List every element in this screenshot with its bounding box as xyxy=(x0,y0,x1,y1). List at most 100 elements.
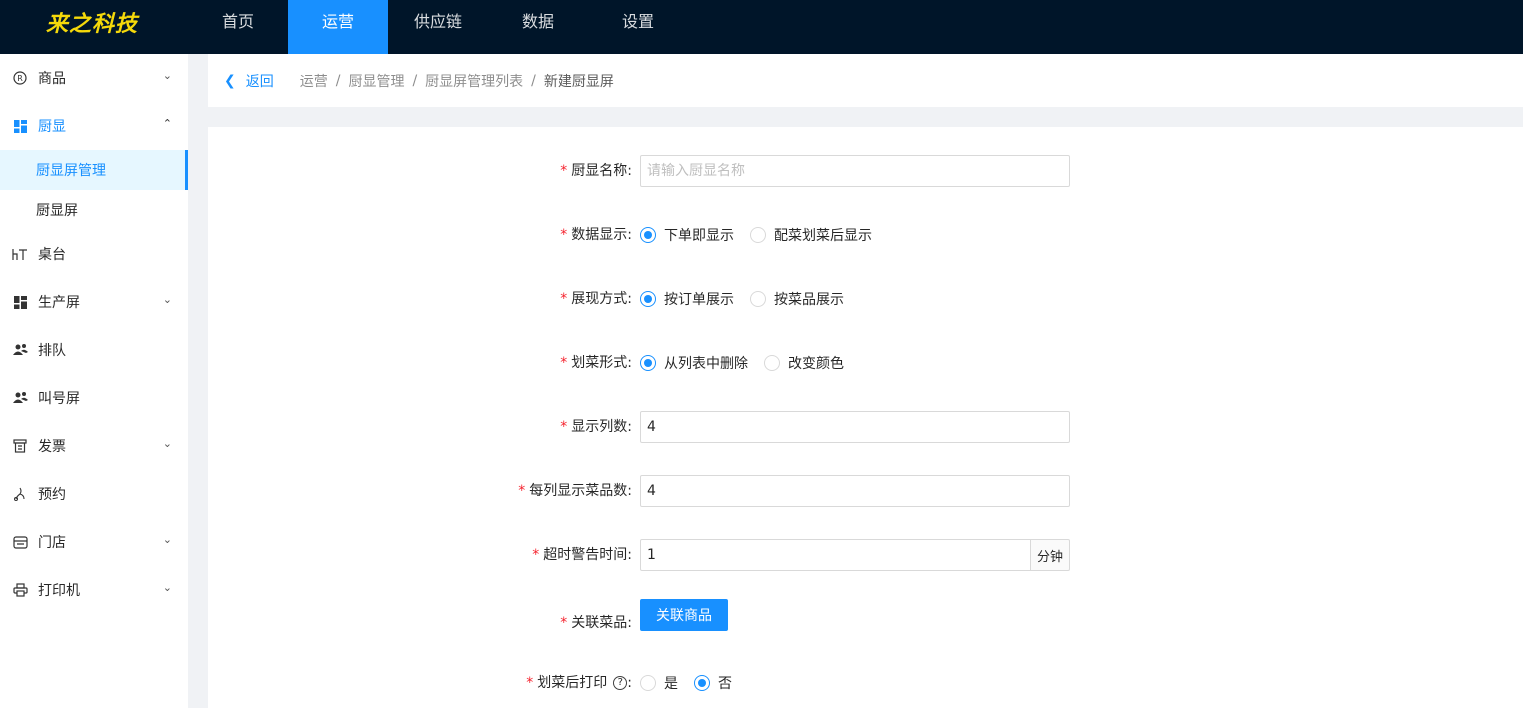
form-row-columns: * 显示列数: xyxy=(208,411,1523,443)
field-label: * 划菜后打印?: xyxy=(526,675,632,691)
create-kds-form: *厨显名称: *数据显示: 下单即显示 配菜划菜后显示 *展现方式: 按订单展示… xyxy=(208,127,1523,708)
sidebar-item-label: 打印机 xyxy=(38,583,80,599)
topnav-item-supply-chain[interactable]: 供应链 xyxy=(388,0,488,54)
radio-unchecked-icon xyxy=(640,675,656,691)
brand-logo[interactable]: 来之科技 xyxy=(46,6,138,38)
columns-input[interactable] xyxy=(640,411,1070,443)
team-icon xyxy=(12,342,28,358)
sidebar-item-kitchen-display[interactable]: 厨显 ⌃ xyxy=(0,102,188,150)
product-icon: R xyxy=(12,70,28,86)
chevron-down-icon: ⌄ xyxy=(162,293,172,306)
sidebar: R 商品 ⌄ 厨显 ⌃ 厨显屏管理 厨显屏 桌台 生产屏 ⌄ 排队 叫号屏 发票… xyxy=(0,54,188,708)
field-label: * 展现方式: xyxy=(560,291,632,307)
breadcrumb-item[interactable]: 厨显屏管理列表 xyxy=(425,71,523,91)
sidebar-item-reservation[interactable]: 预约 xyxy=(0,470,188,518)
radio-unchecked-icon xyxy=(750,227,766,243)
sidebar-item-store[interactable]: 门店 ⌄ xyxy=(0,518,188,566)
sidebar-item-production-screen[interactable]: 生产屏 ⌄ xyxy=(0,278,188,326)
radio-checked-icon xyxy=(640,355,656,371)
topnav-item-settings[interactable]: 设置 xyxy=(588,0,688,54)
sidebar-item-printer[interactable]: 打印机 ⌄ xyxy=(0,566,188,614)
form-row-linked-items: * 关联菜品: 关联商品 xyxy=(208,599,1523,635)
breadcrumb-separator: / xyxy=(412,72,418,89)
top-navigation-bar: 来之科技 首页 运营 供应链 数据 设置 xyxy=(0,0,1523,54)
breadcrumb-separator: / xyxy=(335,72,341,89)
chevron-down-icon: ⌄ xyxy=(162,581,172,594)
form-row-items-per-column: * 每列显示菜品数: xyxy=(208,475,1523,507)
sidebar-item-products[interactable]: R 商品 ⌄ xyxy=(0,54,188,102)
top-nav-menu: 首页 运营 供应链 数据 设置 xyxy=(188,0,688,54)
sidebar-item-label: 门店 xyxy=(38,535,66,551)
sidebar-item-invoice[interactable]: 发票 ⌄ xyxy=(0,422,188,470)
radio-show-after-prep[interactable]: 配菜划菜后显示 xyxy=(750,225,872,245)
timeout-unit-addon: 分钟 xyxy=(1031,539,1070,571)
sidebar-subitem-kds-management[interactable]: 厨显屏管理 xyxy=(0,150,188,190)
topnav-item-operations[interactable]: 运营 xyxy=(288,0,388,54)
chevron-down-icon: ⌄ xyxy=(162,533,172,546)
printer-icon xyxy=(12,582,28,598)
sidebar-item-tables[interactable]: 桌台 xyxy=(0,230,188,278)
sidebar-item-label: 预约 xyxy=(38,487,66,503)
radio-by-dish[interactable]: 按菜品展示 xyxy=(750,289,844,309)
radio-by-order[interactable]: 按订单展示 xyxy=(640,289,734,309)
radio-print-yes[interactable]: 是 xyxy=(640,673,678,693)
radio-show-on-order[interactable]: 下单即显示 xyxy=(640,225,734,245)
topnav-item-home[interactable]: 首页 xyxy=(188,0,288,54)
invoice-icon xyxy=(12,438,28,454)
chevron-down-icon: ⌄ xyxy=(162,69,172,82)
chevron-up-icon: ⌃ xyxy=(162,117,172,130)
breadcrumb-item[interactable]: 厨显管理 xyxy=(348,71,404,91)
field-label: * 厨显名称: xyxy=(560,163,632,179)
dashboard-icon xyxy=(12,294,28,310)
radio-unchecked-icon xyxy=(764,355,780,371)
page-header: ❮ 返回 运营 / 厨显管理 / 厨显屏管理列表 / 新建厨显屏 xyxy=(208,54,1523,107)
form-row-print-after-strike: * 划菜后打印?: 是 否 xyxy=(208,667,1523,699)
radio-checked-icon xyxy=(640,227,656,243)
breadcrumb-item[interactable]: 运营 xyxy=(300,71,328,91)
sidebar-item-label: 生产屏 xyxy=(38,295,80,311)
sidebar-item-queue[interactable]: 排队 xyxy=(0,326,188,374)
form-row-strike-mode: * 划菜形式: 从列表中删除 改变颜色 xyxy=(208,347,1523,379)
svg-text:R: R xyxy=(17,74,23,83)
form-row-display-mode: * 展现方式: 按订单展示 按菜品展示 xyxy=(208,283,1523,315)
field-label: * 显示列数: xyxy=(560,419,632,435)
sidebar-item-label: 叫号屏 xyxy=(38,391,80,407)
topnav-item-data[interactable]: 数据 xyxy=(488,0,588,54)
form-row-timeout: *超时警告时间: 分钟 xyxy=(208,539,1523,571)
sidebar-item-call-screen[interactable]: 叫号屏 xyxy=(0,374,188,422)
radio-print-no[interactable]: 否 xyxy=(694,673,732,693)
chevron-down-icon: ⌄ xyxy=(162,437,172,450)
breadcrumb-separator: / xyxy=(531,72,536,89)
breadcrumb-current: 新建厨显屏 xyxy=(543,73,614,90)
shop-icon xyxy=(12,534,28,550)
sidebar-item-label: 厨显 xyxy=(38,119,66,135)
chevron-left-icon: ❮ xyxy=(224,72,236,89)
radio-checked-icon xyxy=(694,675,710,691)
field-label: * 划菜形式: xyxy=(560,355,632,371)
radio-checked-icon xyxy=(640,291,656,307)
reservation-icon xyxy=(12,486,28,502)
sidebar-subitem-kds-screen[interactable]: 厨显屏 xyxy=(0,190,188,230)
team-icon xyxy=(12,390,28,406)
question-circle-icon[interactable]: ? xyxy=(613,676,628,690)
radio-unchecked-icon xyxy=(750,291,766,307)
field-label: * 数据显示: xyxy=(560,227,632,243)
link-products-button[interactable]: 关联商品 xyxy=(640,599,728,631)
radio-change-color[interactable]: 改变颜色 xyxy=(764,353,844,373)
sidebar-item-label: 排队 xyxy=(38,343,66,359)
back-button[interactable]: ❮ 返回 xyxy=(224,71,274,91)
sidebar-item-label: 桌台 xyxy=(38,247,66,263)
form-row-name: * 厨显名称: xyxy=(208,155,1523,187)
items-per-column-input[interactable] xyxy=(640,475,1070,507)
timeout-input[interactable] xyxy=(640,539,1031,571)
dashboard-icon xyxy=(12,118,28,134)
kds-name-input[interactable] xyxy=(640,155,1070,187)
sidebar-item-label: 发票 xyxy=(38,439,66,455)
back-label: 返回 xyxy=(245,73,274,90)
field-label: * 超时警告时间: xyxy=(532,547,632,563)
sidebar-item-label: 商品 xyxy=(38,71,66,87)
form-row-data-display: * 数据显示: 下单即显示 配菜划菜后显示 xyxy=(208,219,1523,251)
radio-remove-from-list[interactable]: 从列表中删除 xyxy=(640,353,748,373)
table-icon xyxy=(12,246,28,262)
field-label: * 每列显示菜品数: xyxy=(518,483,632,499)
